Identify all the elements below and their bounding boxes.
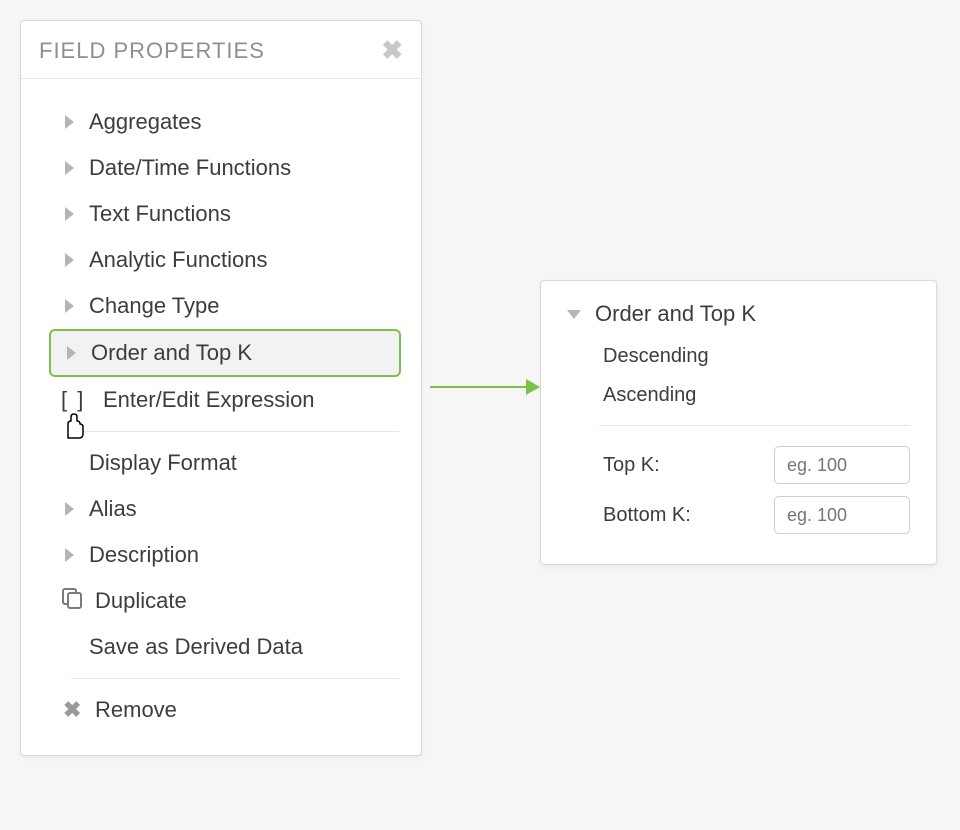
chevron-right-icon <box>65 502 74 516</box>
item-description[interactable]: Description <box>21 532 421 578</box>
item-label: Alias <box>89 496 137 522</box>
callout-arrow <box>430 382 540 392</box>
panel-body: Aggregates Date/Time Functions Text Func… <box>21 79 421 755</box>
item-change-type[interactable]: Change Type <box>21 283 421 329</box>
option-descending[interactable]: Descending <box>541 337 936 376</box>
item-label: Date/Time Functions <box>89 155 291 181</box>
chevron-right-icon <box>65 161 74 175</box>
item-remove[interactable]: ✖ Remove <box>21 687 421 733</box>
item-label: Text Functions <box>89 201 231 227</box>
item-enter-edit-expression[interactable]: [ ] Enter/Edit Expression <box>21 377 421 423</box>
item-label: Description <box>89 542 199 568</box>
item-label: Enter/Edit Expression <box>103 387 315 413</box>
item-label: Display Format <box>89 450 237 476</box>
callout-header[interactable]: Order and Top K <box>541 301 936 337</box>
option-ascending[interactable]: Ascending <box>541 376 936 415</box>
chevron-right-icon <box>65 548 74 562</box>
item-save-derived[interactable]: Save as Derived Data <box>21 624 421 670</box>
item-datetime-functions[interactable]: Date/Time Functions <box>21 145 421 191</box>
chevron-right-icon <box>65 115 74 129</box>
item-label: Analytic Functions <box>89 247 268 273</box>
option-label: Descending <box>603 345 709 367</box>
chevron-right-icon <box>67 346 76 360</box>
item-text-functions[interactable]: Text Functions <box>21 191 421 237</box>
chevron-right-icon <box>65 253 74 267</box>
item-aggregates[interactable]: Aggregates <box>21 99 421 145</box>
panel-title: FIELD PROPERTIES <box>39 38 265 64</box>
item-duplicate[interactable]: Duplicate <box>21 578 421 624</box>
divider <box>71 678 399 679</box>
field-bottom-k: Bottom K: <box>541 490 936 540</box>
top-k-label: Top K: <box>603 454 660 477</box>
option-label: Ascending <box>603 384 696 406</box>
chevron-right-icon <box>65 299 74 313</box>
close-icon[interactable]: ✖ <box>381 35 403 66</box>
item-order-top-k[interactable]: Order and Top K <box>49 329 401 377</box>
divider <box>71 431 399 432</box>
callout-title: Order and Top K <box>595 301 756 327</box>
brackets-icon: [ ] <box>61 387 85 413</box>
item-label: Duplicate <box>95 588 187 614</box>
order-top-k-callout: Order and Top K Descending Ascending Top… <box>540 280 937 565</box>
item-label: Aggregates <box>89 109 202 135</box>
item-display-format[interactable]: Display Format <box>21 440 421 486</box>
divider <box>599 425 910 426</box>
remove-icon: ✖ <box>63 697 81 723</box>
item-label: Change Type <box>89 293 219 319</box>
item-analytic-functions[interactable]: Analytic Functions <box>21 237 421 283</box>
bottom-k-label: Bottom K: <box>603 504 691 527</box>
item-label: Save as Derived Data <box>89 634 303 660</box>
field-properties-panel: FIELD PROPERTIES ✖ Aggregates Date/Time … <box>20 20 422 756</box>
chevron-down-icon <box>567 310 581 319</box>
top-k-input[interactable] <box>774 446 910 484</box>
item-alias[interactable]: Alias <box>21 486 421 532</box>
arrow-right-icon <box>526 379 540 395</box>
arrow-line <box>430 386 526 388</box>
panel-header: FIELD PROPERTIES ✖ <box>21 21 421 79</box>
item-label: Remove <box>95 697 177 723</box>
field-top-k: Top K: <box>541 440 936 490</box>
item-label: Order and Top K <box>91 340 252 366</box>
chevron-right-icon <box>65 207 74 221</box>
bottom-k-input[interactable] <box>774 496 910 534</box>
duplicate-icon <box>61 587 83 615</box>
